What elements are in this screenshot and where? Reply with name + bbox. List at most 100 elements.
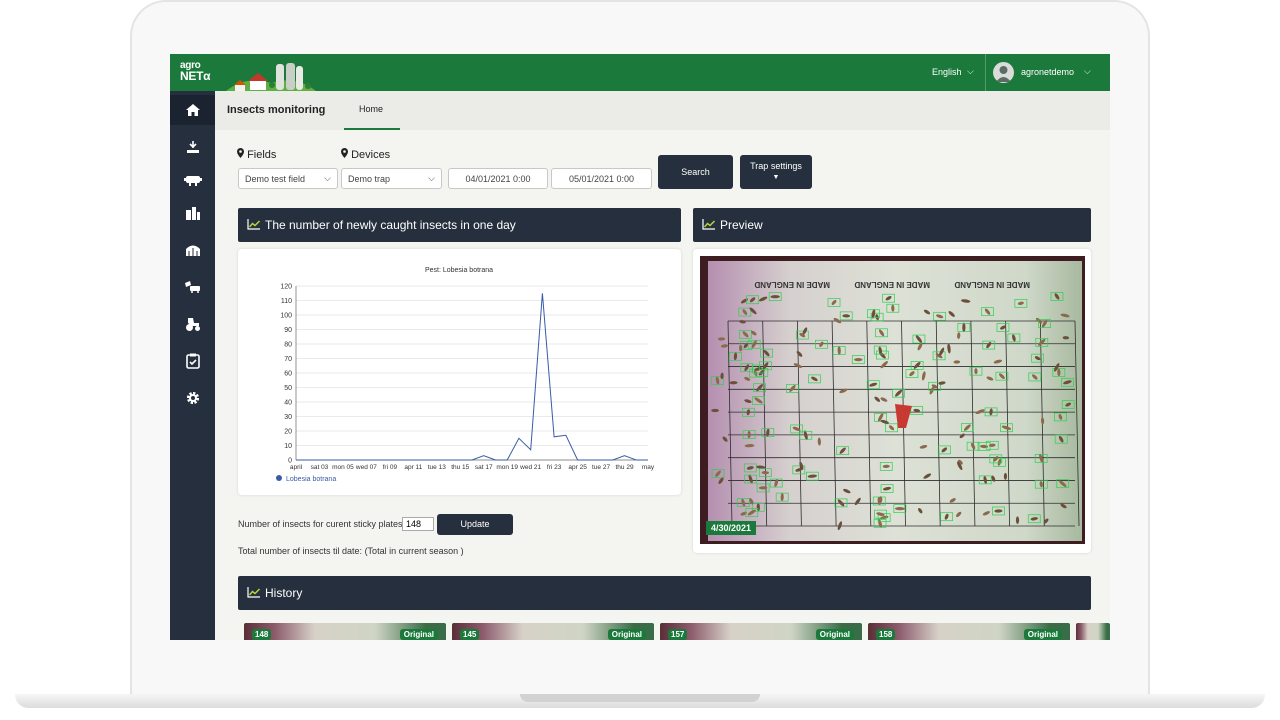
- history-panel-title: History: [265, 586, 303, 600]
- x-tick-label: fri 23: [547, 464, 562, 471]
- original-badge[interactable]: Original: [399, 629, 438, 640]
- history-thumbnail-partial[interactable]: [1076, 623, 1110, 640]
- field-icon: [186, 141, 199, 153]
- tractor-icon: [185, 318, 200, 331]
- sidebar-item-storage[interactable]: [170, 198, 215, 228]
- laptop-notch: [520, 694, 760, 702]
- history-count-badge: 158: [876, 629, 896, 640]
- preview-panel-title: Preview: [720, 218, 763, 232]
- y-tick-label: 100: [280, 313, 292, 320]
- caret-down-icon: ▼: [772, 174, 780, 181]
- chevron-down-icon[interactable]: ⌵: [967, 66, 974, 77]
- update-button[interactable]: Update: [437, 514, 513, 535]
- sticky-count-label: Number of insects for curent sticky plat…: [238, 519, 406, 529]
- user-icon: [996, 66, 1011, 82]
- field-select[interactable]: Demo test field ⌵: [238, 168, 338, 189]
- sidebar-item-spraying[interactable]: [170, 271, 215, 301]
- language-select[interactable]: English: [932, 67, 962, 77]
- history-thumbnail[interactable]: 157 Original: [660, 623, 862, 640]
- trapped-insect: [962, 322, 966, 333]
- chart-card: Pest: Lobesia botrana 0 10 20 30 40 50 60 70 80 9…: [238, 249, 681, 495]
- sidebar-item-machinery[interactable]: [170, 309, 215, 339]
- sticky-count-input[interactable]: [402, 517, 434, 531]
- y-tick-label: 10: [284, 443, 292, 450]
- x-tick-label: thu 29: [615, 464, 633, 471]
- line-chart-icon: [247, 587, 261, 598]
- series-line-lobesia-botrana: [296, 293, 648, 461]
- chart-title: Pest: Lobesia botrana: [425, 267, 493, 274]
- brand-logo[interactable]: agro NETα: [180, 61, 211, 83]
- farm-illustration-icon: [226, 63, 316, 91]
- y-tick-label: 90: [284, 327, 292, 334]
- sidebar-item-fields[interactable]: [170, 132, 215, 162]
- history-panel-header: History: [238, 576, 1091, 610]
- x-tick-label: tue 13: [428, 464, 446, 471]
- x-tick-label: apr 25: [568, 464, 587, 471]
- x-tick-label: wed 21: [519, 464, 541, 471]
- history-count-badge: 145: [460, 629, 480, 640]
- trap-settings-button[interactable]: Trap settings ▼: [740, 155, 812, 189]
- map-pin-icon: [341, 148, 348, 158]
- sidebar-item-home[interactable]: [170, 95, 215, 125]
- x-tick-label: may: [642, 464, 655, 471]
- y-tick-label: 40: [284, 400, 292, 407]
- trapped-insect: [1015, 516, 1020, 524]
- date-from-input[interactable]: 04/01/2021 0:00: [448, 168, 548, 189]
- y-tick-label: 30: [284, 414, 292, 421]
- x-tick-label: wed 07: [355, 464, 377, 471]
- history-thumbnail[interactable]: 145 Original: [452, 623, 654, 640]
- search-button[interactable]: Search: [658, 155, 733, 189]
- avatar[interactable]: [993, 62, 1014, 83]
- original-badge[interactable]: Original: [607, 629, 646, 640]
- trapped-insect: [854, 358, 863, 362]
- task-icon: [185, 353, 200, 369]
- sticky-trap-image[interactable]: MADE IN ENGLAND MADE IN ENGLAND MADE IN …: [700, 256, 1085, 544]
- device-select-value: Demo trap: [348, 174, 391, 184]
- gear-icon: [186, 391, 199, 405]
- x-tick-label: thu 15: [451, 464, 469, 471]
- x-tick-label: sat 03: [311, 464, 329, 471]
- x-tick-label: mon 05: [332, 464, 354, 471]
- original-badge[interactable]: Original: [815, 629, 854, 640]
- chevron-down-icon: ⌵: [324, 173, 331, 183]
- history-count-badge: 148: [252, 629, 272, 640]
- y-tick-label: 20: [284, 429, 292, 436]
- brand-line-2: NETα: [180, 69, 211, 83]
- device-select[interactable]: Demo trap ⌵: [341, 168, 442, 189]
- home-icon: [185, 104, 200, 116]
- original-badge[interactable]: Original: [1023, 629, 1062, 640]
- x-tick-label: apr 11: [404, 464, 422, 471]
- plate-label-2: MADE IN ENGLAND: [854, 280, 930, 289]
- active-tab-indicator: [344, 128, 400, 130]
- history-thumbnail[interactable]: 158 Original: [868, 623, 1070, 640]
- trap-photo-illustration: MADE IN ENGLAND MADE IN ENGLAND MADE IN …: [700, 256, 1085, 544]
- tab-home[interactable]: Home: [359, 104, 383, 114]
- device-icon: [183, 176, 202, 186]
- history-thumbnail[interactable]: 148 Original: [244, 623, 446, 640]
- spray-icon: [184, 281, 200, 293]
- sidebar-item-greenhouse[interactable]: [170, 235, 215, 265]
- chart-panel-header: The number of newly caught insects in on…: [238, 208, 681, 242]
- line-chart-icon: [247, 219, 261, 230]
- tab-bar: Insects monitoring Home: [215, 91, 1110, 130]
- trap-settings-label: Trap settings: [750, 161, 802, 171]
- date-to-input[interactable]: 05/01/2021 0:00: [551, 168, 652, 189]
- y-tick-label: 50: [284, 385, 292, 392]
- greenhouse-icon: [185, 245, 200, 256]
- devices-label-text: Devices: [351, 149, 391, 161]
- sidebar-item-settings[interactable]: [170, 383, 215, 413]
- y-tick-label: 60: [284, 371, 292, 378]
- fields-label: Fields: [237, 148, 276, 161]
- username[interactable]: agronetdemo: [1021, 67, 1074, 77]
- chevron-down-icon[interactable]: ⌵: [1084, 66, 1091, 77]
- page-title: Insects monitoring: [227, 104, 326, 116]
- total-insects-text: Total number of insects til date: (Total…: [238, 546, 464, 556]
- x-tick-label: tue 27: [592, 464, 610, 471]
- top-bar: agro NETα English ⌵ agronetdemo ⌵: [170, 54, 1110, 91]
- sidebar-item-tasks[interactable]: [170, 346, 215, 376]
- trapped-insect: [711, 408, 719, 413]
- legend-label[interactable]: Lobesia botrana: [286, 476, 336, 483]
- x-tick-label: mon 19: [496, 464, 518, 471]
- sidebar-item-devices[interactable]: [170, 165, 215, 195]
- line-chart-icon: [702, 219, 716, 230]
